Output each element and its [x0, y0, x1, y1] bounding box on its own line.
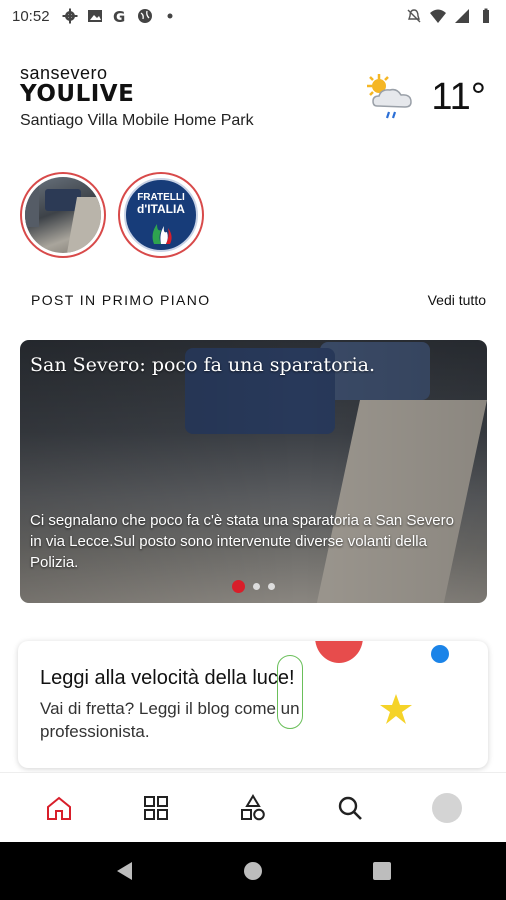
partly-cloudy-rain-icon [367, 74, 413, 119]
recents-icon[interactable] [372, 861, 392, 881]
nav-search[interactable] [322, 783, 378, 833]
promo-decor-red-circle [315, 641, 363, 663]
nav-explore[interactable] [225, 783, 281, 833]
header: sansevero YOULIVE Santiago Villa Mobile … [20, 64, 486, 134]
bottom-nav [0, 772, 506, 842]
battery-icon [483, 8, 489, 23]
story-thumbnail [25, 177, 101, 253]
carousel-dot-1[interactable] [232, 580, 245, 593]
settings-icon [62, 8, 78, 24]
temperature: 11° [431, 75, 486, 118]
flame-icon [152, 224, 172, 244]
status-icons-right [406, 8, 494, 24]
stories-row: FRATELLI d'ITALIA [20, 172, 204, 258]
mute-icon [407, 9, 421, 23]
nav-home[interactable] [31, 783, 87, 833]
promo-text: Vai di fretta? Leggi il blog come un pro… [40, 699, 300, 741]
star-icon [380, 694, 412, 724]
promo-title: Leggi alla velocità della luce! [40, 667, 295, 689]
promo-decor-blue-dot [431, 645, 449, 663]
system-nav-bar [0, 842, 506, 900]
svg-text:G: G [113, 8, 125, 24]
promo-card[interactable]: Leggi alla velocità della luce! Vai di f… [18, 641, 488, 768]
street-photo-image [25, 177, 101, 253]
home-icon [46, 796, 71, 820]
carousel-dots [20, 580, 487, 593]
home-button-icon[interactable] [242, 860, 264, 882]
featured-title: San Severo: poco fa una sparatoria. [30, 354, 376, 376]
story-fratelli-ditalia[interactable]: FRATELLI d'ITALIA [118, 172, 204, 258]
logo-line-2: d'ITALIA [137, 202, 185, 216]
grid-icon [143, 795, 168, 820]
carousel-dot-2[interactable] [253, 583, 260, 590]
fratelli-ditalia-logo: FRATELLI d'ITALIA [124, 178, 198, 252]
avatar [432, 792, 463, 823]
featured-post-card[interactable]: San Severo: poco fa una sparatoria. Ci s… [20, 340, 487, 603]
google-icon: G [113, 8, 125, 24]
photo-icon [87, 10, 102, 22]
section-header: POST IN PRIMO PIANO Vedi tutto [31, 292, 486, 308]
signal-icon [455, 9, 469, 23]
globe-icon [137, 9, 152, 23]
shapes-icon [240, 793, 265, 820]
status-time: 10:52 [12, 7, 50, 25]
see-all-link[interactable]: Vedi tutto [428, 292, 486, 308]
status-bar: 10:52 G [0, 0, 506, 32]
weather-widget[interactable]: 11° [363, 72, 486, 122]
featured-excerpt: Ci segnalano che poco fa c'è stata una s… [30, 512, 454, 571]
story-street-photo[interactable] [20, 172, 106, 258]
wifi-icon [430, 9, 446, 23]
story-logo: FRATELLI d'ITALIA [123, 177, 199, 253]
section-title: POST IN PRIMO PIANO [31, 292, 211, 308]
dot-icon [167, 13, 173, 19]
nav-categories[interactable] [128, 783, 184, 833]
search-icon [338, 796, 363, 820]
nav-profile[interactable] [419, 783, 475, 833]
status-icons-left: G [62, 8, 178, 24]
carousel-dot-3[interactable] [268, 583, 275, 590]
back-icon[interactable] [114, 860, 134, 882]
